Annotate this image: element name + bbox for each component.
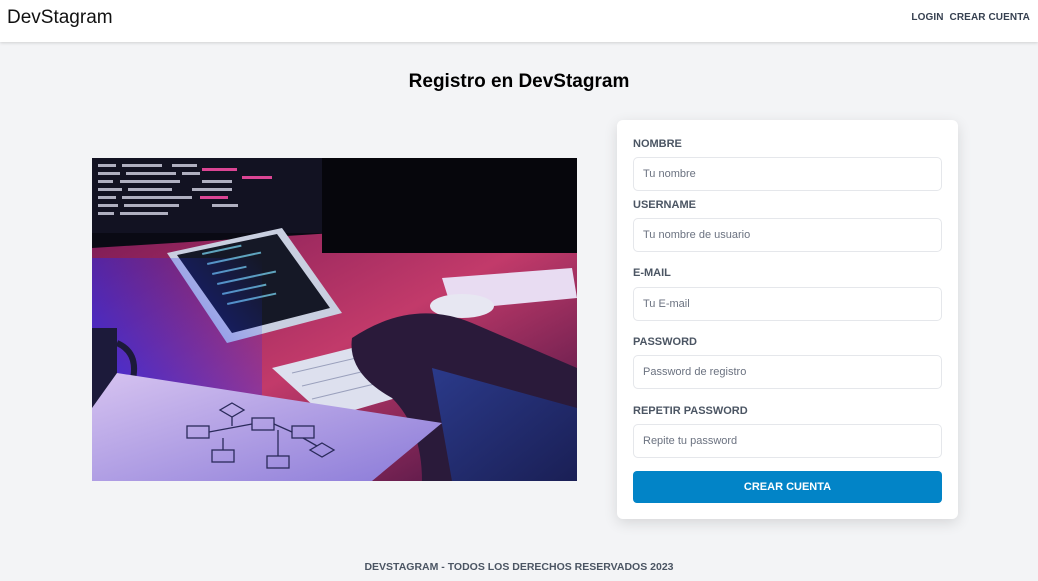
laptop-coding-photo xyxy=(92,158,577,481)
password-label: Password xyxy=(633,336,697,348)
create-account-button[interactable]: Crear Cuenta xyxy=(633,471,942,503)
register-link[interactable]: Crear Cuenta xyxy=(950,12,1030,23)
main-nav: Login Crear Cuenta xyxy=(911,12,1030,23)
password-input[interactable] xyxy=(633,355,942,389)
login-link[interactable]: Login xyxy=(911,12,943,23)
top-header: DevStagram Login Crear Cuenta xyxy=(0,0,1038,42)
hero-image xyxy=(92,158,577,481)
brand-logo[interactable]: DevStagram xyxy=(7,7,113,29)
password-confirm-input[interactable] xyxy=(633,424,942,458)
register-form: Nombre Username E-mail Password Repetir … xyxy=(617,120,958,519)
username-label: Username xyxy=(633,199,696,211)
name-input[interactable] xyxy=(633,157,942,191)
email-label: E-mail xyxy=(633,267,671,279)
page-title: Registro en DevStagram xyxy=(408,71,630,92)
footer-copyright: DevStagram - Todos los derechos reservad… xyxy=(364,561,674,573)
email-input[interactable] xyxy=(633,287,942,321)
name-label: Nombre xyxy=(633,138,682,150)
username-input[interactable] xyxy=(633,218,942,252)
password-confirm-label: Repetir Password xyxy=(633,405,748,417)
